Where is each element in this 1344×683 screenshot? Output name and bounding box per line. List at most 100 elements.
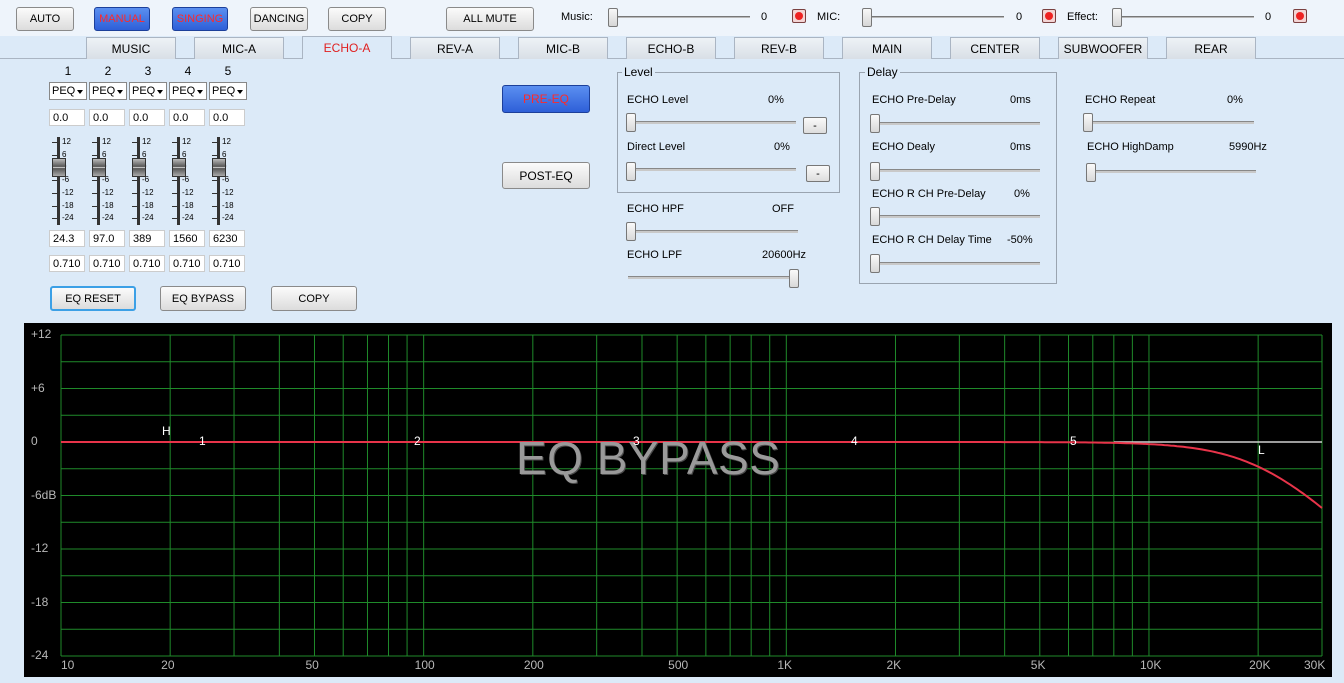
eq-type-select[interactable]: PEQ [209,82,247,100]
eq-q-field[interactable]: 0.710 [89,255,125,272]
eq-type-select[interactable]: PEQ [129,82,167,100]
copy-mode-button[interactable]: COPY [328,7,386,31]
tab-rev-a[interactable]: REV-A [410,37,500,59]
mic-slider[interactable] [862,8,872,27]
effect-slider[interactable] [1112,8,1122,27]
eq-reset-button[interactable]: EQ RESET [50,286,136,311]
eq-q-field[interactable]: 0.710 [209,255,245,272]
eq-gain-fader[interactable] [212,158,226,177]
eq-fader-tick [92,192,98,194]
band-marker-2[interactable]: 2 [414,434,421,448]
echo-dealy-slider[interactable] [870,162,880,181]
tab-echo-a[interactable]: ECHO-A [302,36,392,59]
tab-music[interactable]: MUSIC [86,37,176,59]
mic-mute-icon[interactable] [1042,9,1056,23]
eq-fader-scale-label: -18 [142,200,154,210]
echo-r-delay-time-slider[interactable] [870,254,880,273]
eq-fader-tick [132,142,138,143]
direct-level-minus-button[interactable]: - [806,165,830,182]
eq-freq-field[interactable]: 24.3 [49,230,85,247]
eq-gain-field[interactable]: 0.0 [209,109,245,126]
eq-fader-tick [132,180,138,182]
eq-channel-number: 3 [144,64,152,78]
eq-gain-fader[interactable] [52,158,66,177]
eq-fader-tick [172,205,178,207]
effect-mute-icon[interactable] [1293,9,1307,23]
eq-q-field[interactable]: 0.710 [129,255,165,272]
band-marker-5[interactable]: 5 [1070,434,1077,448]
graph-x-label: 2K [886,658,902,672]
echo-lpf-track [628,276,798,279]
echo-r-delay-time-track [872,262,1040,265]
tab-mic-b[interactable]: MIC-B [518,37,608,59]
eq-copy-button[interactable]: COPY [271,286,357,311]
eq-fader-tick [132,218,138,220]
tab-rev-b[interactable]: REV-B [734,37,824,59]
band-marker-4[interactable]: 4 [851,434,858,448]
echo-level-slider[interactable] [626,113,636,132]
all-mute-button[interactable]: ALL MUTE [446,7,534,31]
echo-lpf-slider[interactable] [789,269,799,288]
mic-slider-track [866,16,1004,18]
echo-r-pre-delay-value: 0% [1014,188,1030,200]
eq-bypass-button[interactable]: EQ BYPASS [160,286,246,311]
eq-fader-scale-label: -12 [102,187,114,197]
eq-fader-scale-label: 12 [182,137,191,146]
music-slider-track [612,16,750,18]
graph-x-label: 100 [414,658,435,672]
music-mute-icon[interactable] [792,9,806,23]
dancing-button[interactable]: DANCING [250,7,308,31]
singing-button[interactable]: SINGING [172,7,228,31]
eq-freq-field[interactable]: 1560 [169,230,205,247]
eq-gain-fader[interactable] [172,158,186,177]
tab-center[interactable]: CENTER [950,37,1040,59]
eq-q-field[interactable]: 0.710 [49,255,85,272]
tab-rear[interactable]: REAR [1166,37,1256,59]
post-eq-button[interactable]: POST-EQ [502,162,590,189]
echo-highdamp-slider[interactable] [1086,163,1096,182]
echo-level-value: 0% [768,94,784,106]
eq-gain-field[interactable]: 0.0 [169,109,205,126]
eq-type-select[interactable]: PEQ [49,82,87,100]
echo-level-minus-button[interactable]: - [803,117,827,134]
eq-channel-number: 4 [184,64,192,78]
eq-gain-field[interactable]: 0.0 [49,109,85,126]
eq-fader-tick [172,154,178,156]
eq-q-field[interactable]: 0.710 [169,255,205,272]
tab-mic-a[interactable]: MIC-A [194,37,284,59]
eq-gain-fader[interactable] [132,158,146,177]
band-marker-3[interactable]: 3 [633,434,640,448]
pre-eq-button[interactable]: PRE-EQ [502,85,590,113]
eq-fader-scale-label: -18 [102,200,114,210]
manual-button[interactable]: MANUAL [94,7,150,31]
echo-hpf-slider[interactable] [626,222,636,241]
direct-level-slider[interactable] [626,162,636,181]
tab-echo-b[interactable]: ECHO-B [626,37,716,59]
echo-highdamp-track [1088,170,1256,173]
eq-type-select[interactable]: PEQ [89,82,127,100]
eq-freq-field[interactable]: 389 [129,230,165,247]
eq-gain-fader[interactable] [92,158,106,177]
eq-freq-field[interactable]: 6230 [209,230,245,247]
eq-gain-field[interactable]: 0.0 [129,109,165,126]
eq-fader-tick [92,142,98,143]
tab-subwoofer[interactable]: SUBWOOFER [1058,37,1148,59]
eq-fader-scale-label: -24 [182,213,194,223]
hpf-marker[interactable]: H [162,424,171,438]
eq-fader-tick [52,192,58,194]
echo-hpf-value: OFF [772,203,794,215]
tab-main[interactable]: MAIN [842,37,932,59]
eq-type-select[interactable]: PEQ [169,82,207,100]
auto-button[interactable]: AUTO [16,7,74,31]
echo-dealy-value: 0ms [1010,141,1031,153]
eq-fader-tick [212,218,218,220]
band-marker-1[interactable]: 1 [199,434,206,448]
lpf-marker[interactable]: L [1258,443,1265,457]
echo-repeat-slider[interactable] [1083,113,1093,132]
eq-freq-field[interactable]: 97.0 [89,230,125,247]
eq-gain-field[interactable]: 0.0 [89,109,125,126]
echo-r-pre-delay-track [872,215,1040,218]
echo-pre-delay-slider[interactable] [870,114,880,133]
music-slider[interactable] [608,8,618,27]
echo-r-pre-delay-slider[interactable] [870,207,880,226]
